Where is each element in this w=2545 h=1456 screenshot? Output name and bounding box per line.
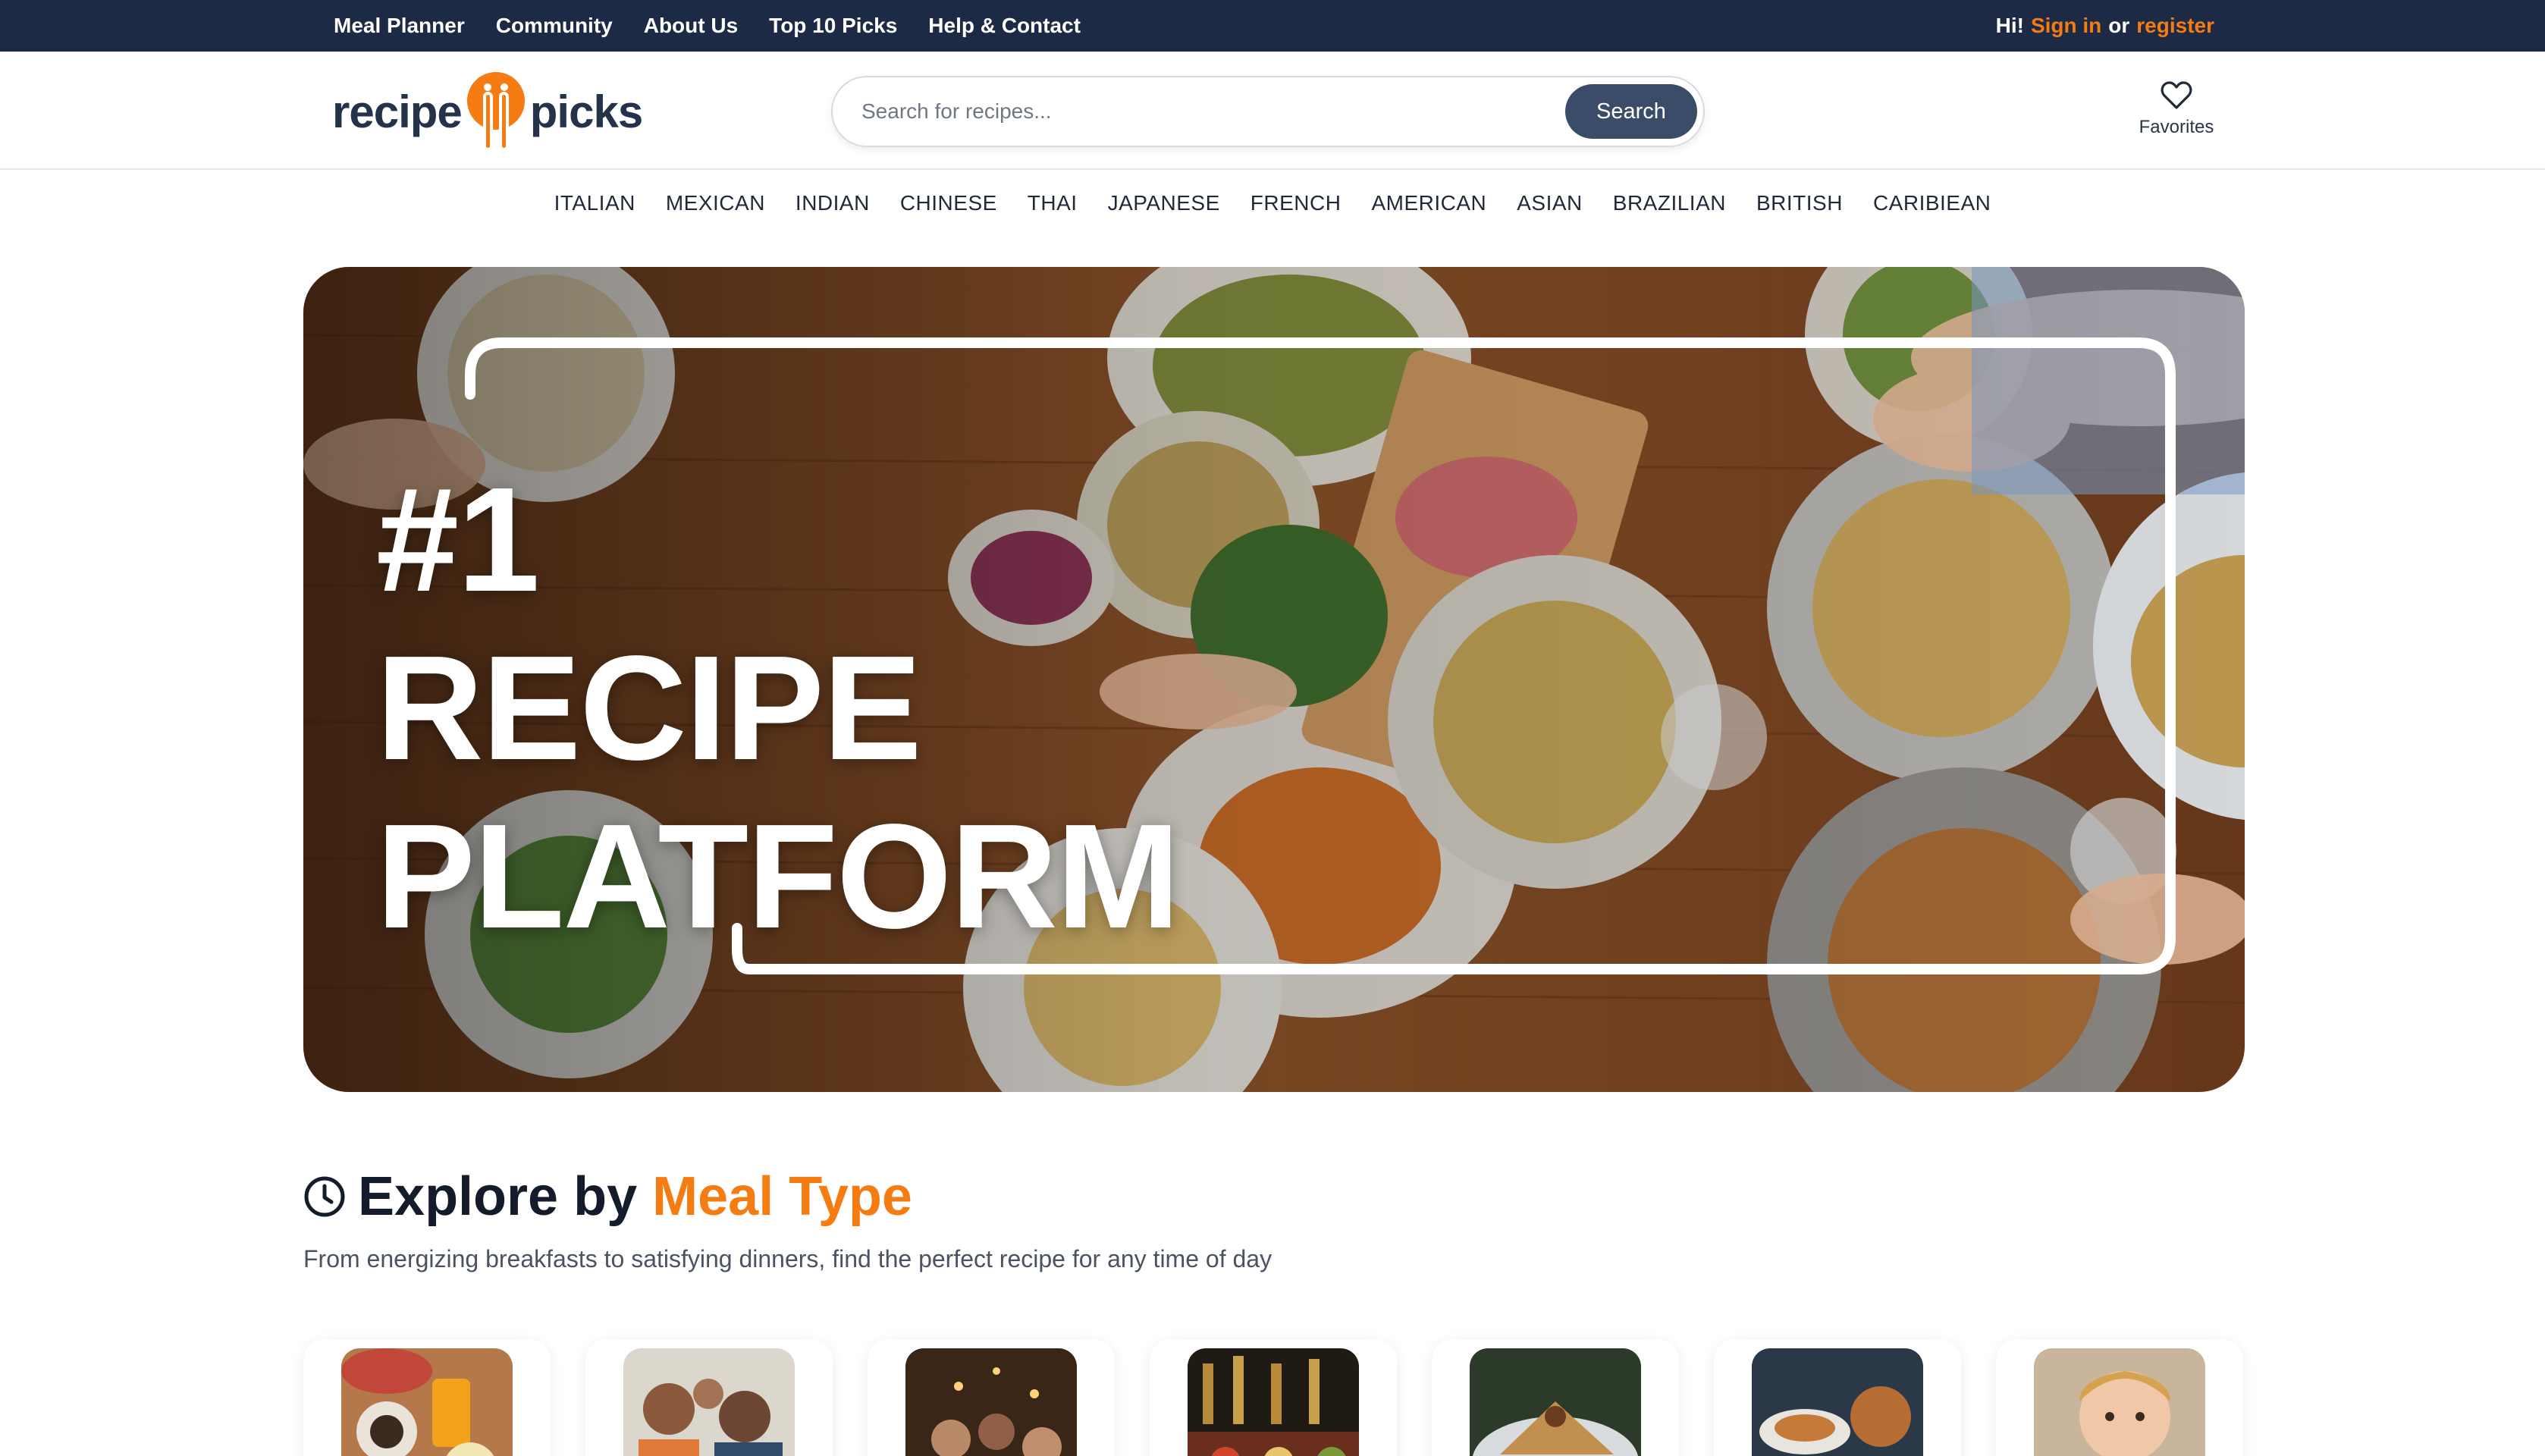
- cuisine-caribbean[interactable]: CARIBIEAN: [1873, 191, 1991, 215]
- cuisine-chinese[interactable]: CHINESE: [900, 191, 997, 215]
- sign-in-link[interactable]: Sign in: [2031, 14, 2101, 38]
- logo-text-recipe: recipe: [332, 86, 463, 137]
- clock-icon: [304, 1176, 345, 1217]
- cuisine-french[interactable]: FRENCH: [1251, 191, 1342, 215]
- favorites-button[interactable]: Favorites: [2123, 80, 2230, 146]
- cuisine-italian[interactable]: ITALIAN: [554, 191, 635, 215]
- meal-card-dinner[interactable]: [868, 1339, 1115, 1456]
- meal-card-image: [1752, 1348, 1923, 1456]
- cuisine-american[interactable]: AMERICAN: [1371, 191, 1486, 215]
- hero-title-line-1: #1: [376, 457, 540, 623]
- cuisine-indian[interactable]: INDIAN: [796, 191, 870, 215]
- top-nav-help-contact[interactable]: Help & Contact: [928, 14, 1081, 38]
- hero-title-line-3: PLATFORM: [376, 793, 1180, 959]
- cuisine-asian[interactable]: ASIAN: [1517, 191, 1583, 215]
- cuisine-japanese[interactable]: JAPANESE: [1108, 191, 1220, 215]
- hero-title: #1 RECIPE PLATFORM: [376, 457, 1180, 959]
- explore-title-accent: Meal Type: [652, 1166, 912, 1227]
- meal-card-breakfast[interactable]: [303, 1339, 551, 1456]
- meal-card-kids[interactable]: [1996, 1339, 2243, 1456]
- cuisine-thai[interactable]: THAI: [1028, 191, 1078, 215]
- meal-card-lunch[interactable]: [585, 1339, 833, 1456]
- top-nav: Meal Planner Community About Us Top 10 P…: [334, 0, 1081, 52]
- meal-card-image: [341, 1348, 513, 1456]
- meal-type-cards: [303, 1339, 2245, 1456]
- explore-title: Explore by Meal Type: [358, 1166, 912, 1228]
- search-button[interactable]: Search: [1565, 84, 1697, 139]
- top-nav-about-us[interactable]: About Us: [644, 14, 738, 38]
- explore-subtitle: From energizing breakfasts to satisfying…: [303, 1245, 1272, 1272]
- cuisine-british[interactable]: BRITISH: [1756, 191, 1843, 215]
- meal-card-image: [1188, 1348, 1359, 1456]
- meal-card-image: [2034, 1348, 2205, 1456]
- logo-text-picks: picks: [529, 86, 643, 137]
- explore-title-main: Explore by: [358, 1166, 638, 1227]
- heart-icon: [2161, 81, 2192, 109]
- explore-heading: Explore by Meal Type: [303, 1160, 912, 1233]
- favorites-label: Favorites: [2139, 117, 2214, 137]
- top-nav-community[interactable]: Community: [496, 14, 613, 38]
- site-header: recipe picks Search Favorites: [0, 52, 2545, 170]
- site-logo[interactable]: recipe picks: [332, 68, 643, 155]
- greeting-text: Hi!: [1995, 14, 2024, 37]
- hero-title-line-2: RECIPE: [376, 625, 922, 791]
- search-input[interactable]: [861, 91, 1529, 132]
- cuisine-mexican[interactable]: MEXICAN: [666, 191, 765, 215]
- or-text: or: [2108, 14, 2130, 37]
- meal-card-party[interactable]: [1150, 1339, 1397, 1456]
- hero-banner: #1 RECIPE PLATFORM: [303, 267, 2245, 1092]
- logo-fork-mark-icon: [465, 71, 527, 152]
- top-nav-top-10-picks[interactable]: Top 10 Picks: [769, 14, 897, 38]
- meal-card-image: [1470, 1348, 1641, 1456]
- meal-card-image: [623, 1348, 795, 1456]
- meal-card-image: [905, 1348, 1077, 1456]
- top-bar: Meal Planner Community About Us Top 10 P…: [0, 0, 2545, 52]
- cuisine-brazilian[interactable]: BRAZILIAN: [1613, 191, 1726, 215]
- register-link[interactable]: register: [2136, 14, 2214, 38]
- top-nav-meal-planner[interactable]: Meal Planner: [334, 14, 465, 38]
- search-bar: Search: [831, 76, 1705, 147]
- meal-card-dessert[interactable]: [1432, 1339, 1679, 1456]
- cuisine-nav: ITALIAN MEXICAN INDIAN CHINESE THAI JAPA…: [0, 171, 2545, 235]
- meal-card-brunch[interactable]: [1714, 1339, 1961, 1456]
- user-greeting: Hi! Sign in or register: [1996, 0, 2214, 52]
